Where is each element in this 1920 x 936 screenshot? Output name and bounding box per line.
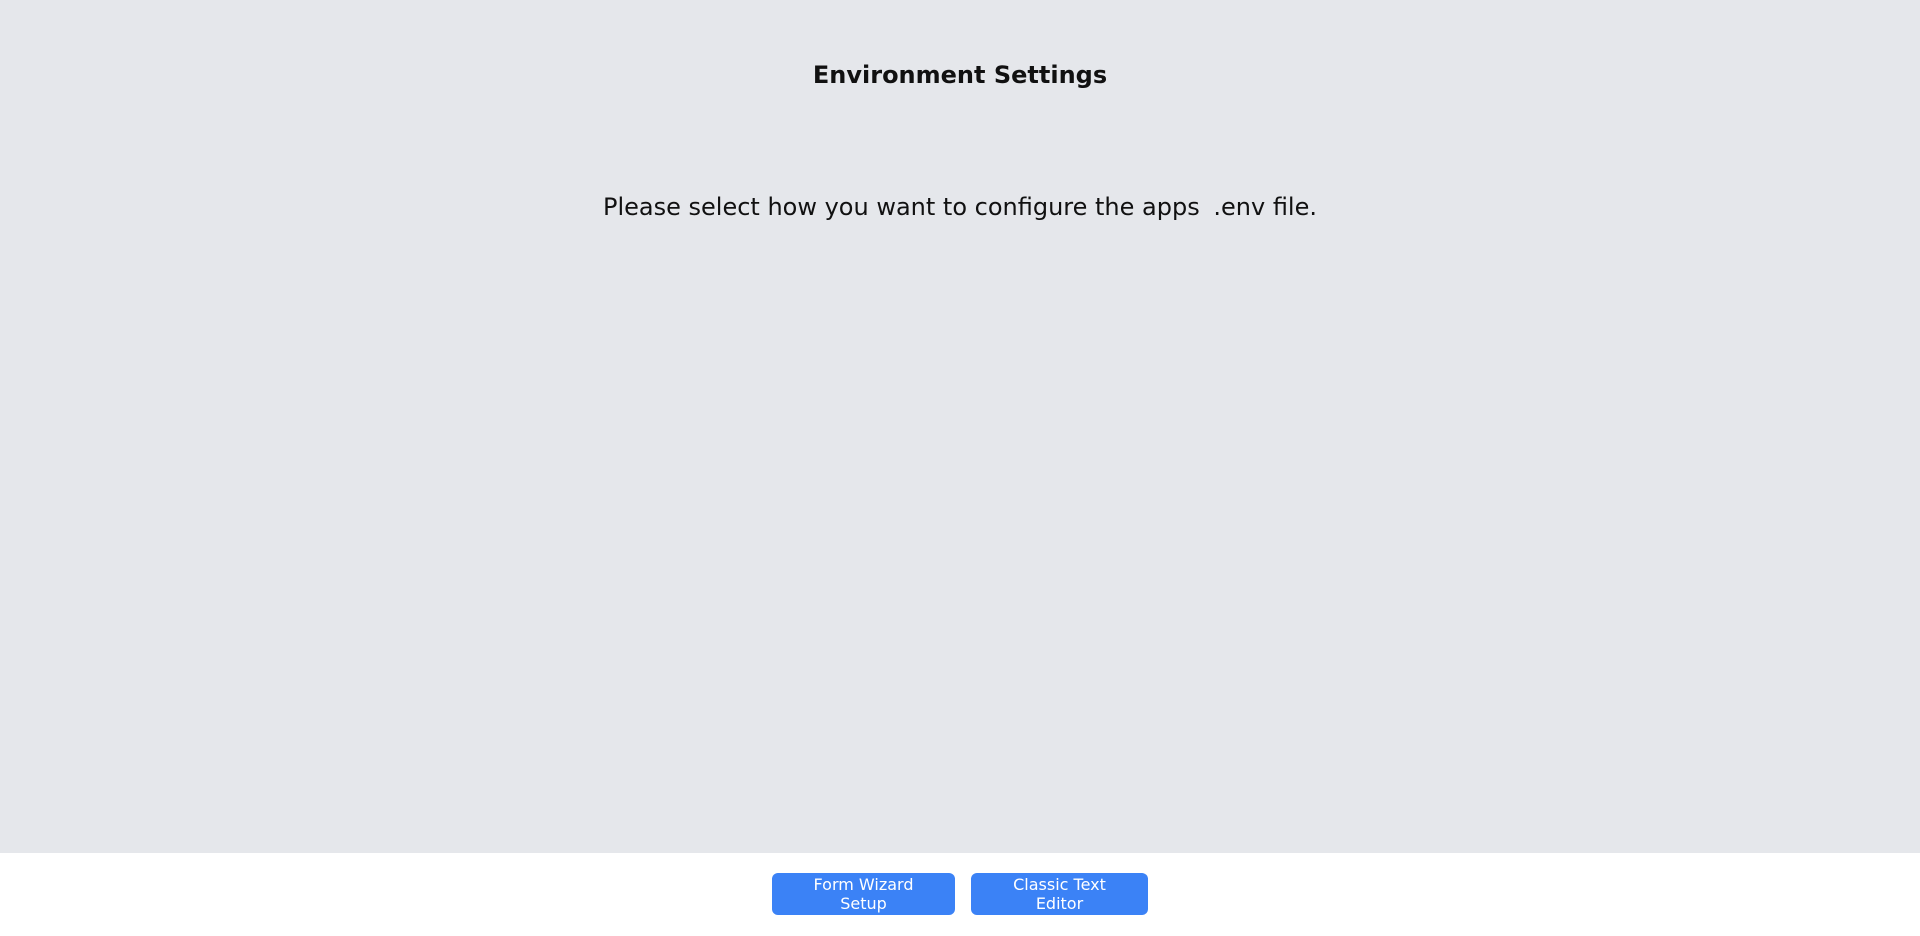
classic-text-editor-button[interactable]: Classic Text Editor	[971, 873, 1148, 915]
instruction-suffix: file.	[1272, 193, 1317, 221]
instruction-prefix: Please select how you want to configure …	[603, 193, 1200, 221]
form-wizard-setup-button[interactable]: Form Wizard Setup	[772, 873, 955, 915]
footer-bar: Form Wizard Setup Classic Text Editor	[0, 853, 1920, 936]
instruction-text: Please select how you want to configure …	[0, 190, 1920, 224]
button-row: Form Wizard Setup Classic Text Editor	[0, 873, 1920, 915]
env-filename: .env	[1213, 193, 1266, 221]
page-title: Environment Settings	[812, 61, 1108, 89]
main-panel: Environment Settings Please select how y…	[0, 0, 1920, 853]
